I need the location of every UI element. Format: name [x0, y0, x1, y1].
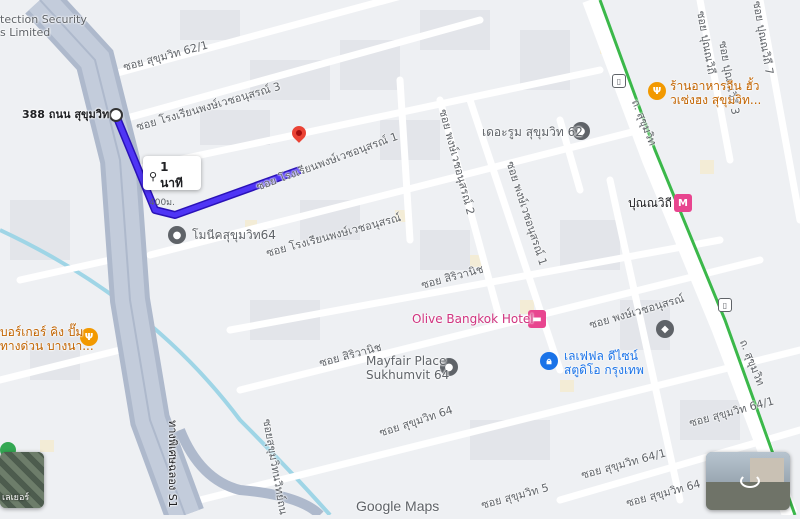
route-duration: 1 นาที — [160, 160, 183, 190]
lock-pin-icon[interactable]: 🔒︎ — [540, 352, 558, 370]
olive-hotel-label[interactable]: Olive Bangkok Hotel — [412, 312, 534, 327]
transit-pin-icon-2[interactable]: ▯ — [718, 298, 732, 312]
le-fell-label[interactable]: เลเฟฟล ดีไซน์ สตูดิโอ กรุงเทพ — [564, 349, 644, 378]
layers-button[interactable]: เลเยอร์ — [0, 452, 44, 508]
burger-label[interactable]: บอร์เกอร์ คิง ปั๊ม ทางด่วน บางนา... — [0, 325, 94, 354]
punnawithi-label[interactable]: ปุณณวิถี — [628, 196, 672, 211]
road-label-expressway: ทางพิเศษฉลอง S1 — [166, 420, 179, 508]
route-info-card[interactable]: ⚲ 1 นาที 400ม. — [143, 156, 201, 208]
the-room-label[interactable]: เดอะรูม สุขุมวิท 62 — [482, 125, 583, 140]
mayfair-label[interactable]: Mayfair Place Sukhumvit 64 — [366, 354, 449, 383]
shield-pin-icon[interactable]: ◆ — [656, 320, 674, 338]
motorbike-icon: ⚲ — [149, 170, 158, 183]
rotate-360-icon — [740, 474, 760, 488]
route-start-marker[interactable] — [109, 108, 123, 122]
monix-label[interactable]: โมนีคสุขุมวิท64 — [192, 228, 276, 243]
layers-label: เลเยอร์ — [2, 493, 30, 503]
map-canvas[interactable]: 388 ถนน สุขุมวิท tection Security s Limi… — [0, 0, 800, 519]
transit-pin-icon[interactable]: ▯ — [612, 74, 626, 88]
start-address-label: 388 ถนน สุขุมวิท — [22, 108, 110, 121]
restaurant-pin-icon[interactable]: Ψ — [648, 82, 666, 100]
street-view-thumbnail[interactable] — [706, 452, 790, 510]
google-maps-attribution: Google Maps — [356, 498, 440, 514]
route-distance: 400ม. — [149, 198, 175, 208]
restaurant-label[interactable]: ร้านอาหารจีน ฮั้ว วเซ่งฮง สุขุมวิท... — [670, 79, 761, 108]
company-label: tection Security s Limited — [0, 13, 87, 39]
monix-pin-icon[interactable]: ● — [168, 226, 186, 244]
metro-station-icon[interactable]: M — [674, 194, 692, 212]
map-layer — [0, 0, 800, 519]
